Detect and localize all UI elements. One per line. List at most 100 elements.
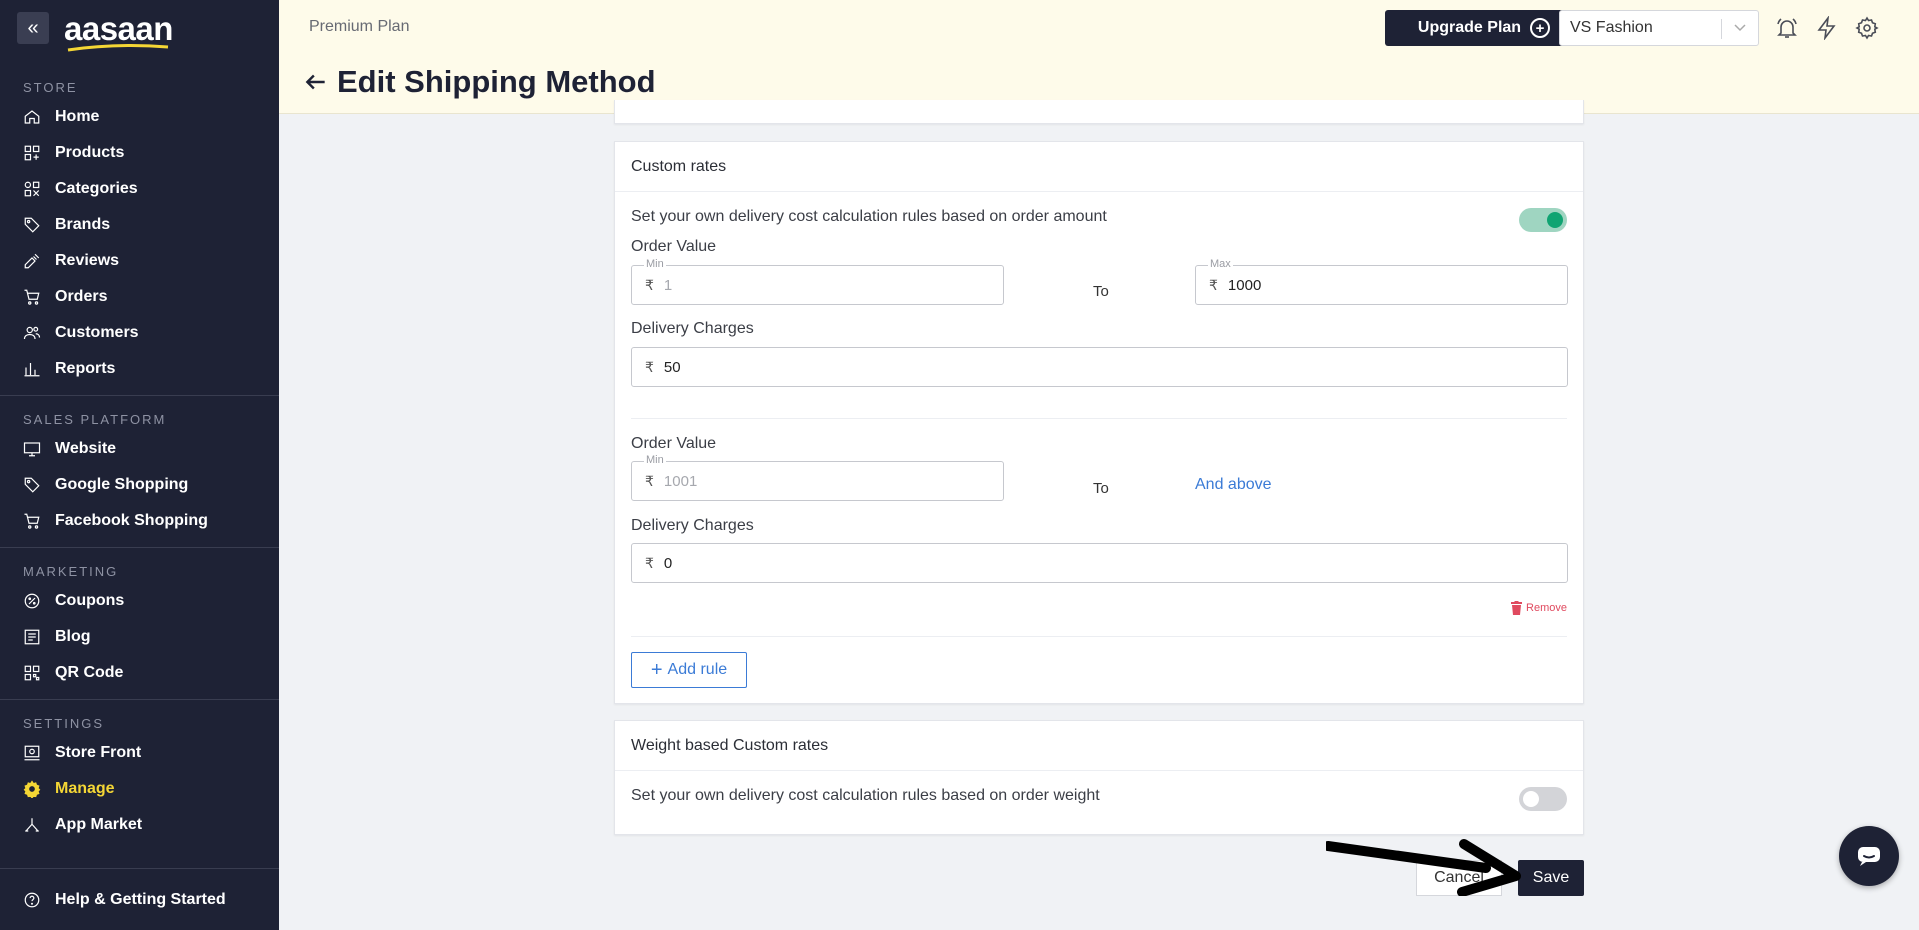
sidebar-section-marketing: MARKETING xyxy=(23,564,119,579)
plus-icon: + xyxy=(650,659,663,681)
store-select[interactable]: VS Fashion xyxy=(1559,10,1759,46)
sidebar-item-qr-code[interactable]: QR Code xyxy=(0,655,279,691)
rule-2-delivery-input[interactable]: ₹ 0 xyxy=(631,543,1568,583)
sidebar-divider xyxy=(0,699,279,700)
sidebar-item-customers[interactable]: Customers xyxy=(0,315,279,351)
weight-rates-description: Set your own delivery cost calculation r… xyxy=(631,787,1100,804)
rupee-symbol: ₹ xyxy=(645,276,654,293)
chevron-down-icon xyxy=(1734,24,1746,32)
sidebar-item-label: Customers xyxy=(55,324,139,341)
sidebar-item-categories[interactable]: Categories xyxy=(0,171,279,207)
tag-icon xyxy=(23,216,41,234)
collapse-sidebar-icon[interactable]: « xyxy=(17,12,49,44)
sidebar-item-label: Coupons xyxy=(55,592,125,609)
sidebar-item-blog[interactable]: Blog xyxy=(0,619,279,655)
sidebar-item-products[interactable]: Products xyxy=(0,135,279,171)
rupee-symbol: ₹ xyxy=(645,472,654,489)
sidebar-item-label: Store Front xyxy=(55,744,142,761)
qr-code-icon xyxy=(23,664,41,682)
app-market-icon xyxy=(23,816,41,834)
sidebar-item-label: Website xyxy=(55,440,117,457)
rupee-symbol: ₹ xyxy=(645,554,654,571)
lightning-icon[interactable] xyxy=(1815,15,1839,41)
custom-rates-card: Custom rates Set your own delivery cost … xyxy=(614,141,1584,704)
save-button[interactable]: Save xyxy=(1518,860,1584,896)
sidebar-section-settings: SETTINGS xyxy=(23,716,105,731)
delivery-charges-label: Delivery Charges xyxy=(631,320,754,337)
rule-1-max-input[interactable]: Max ₹ 1000 xyxy=(1195,258,1568,305)
weight-rates-title: Weight based Custom rates xyxy=(615,721,1583,771)
cart-icon xyxy=(23,288,41,306)
back-arrow-icon[interactable] xyxy=(303,69,329,95)
select-separator xyxy=(1721,19,1722,39)
add-rule-button[interactable]: + Add rule xyxy=(631,652,747,688)
rule-1-delivery-input[interactable]: ₹ 50 xyxy=(631,347,1568,387)
google-tag-icon xyxy=(23,476,41,494)
rule-2-min-value: 1001 xyxy=(663,472,698,490)
sidebar-item-label: QR Code xyxy=(55,664,124,681)
trash-icon xyxy=(1511,601,1523,615)
sidebar-item-facebook-shopping[interactable]: Facebook Shopping xyxy=(0,503,279,539)
order-value-label: Order Value xyxy=(631,238,717,255)
to-label: To xyxy=(1093,283,1109,300)
page-title: Edit Shipping Method xyxy=(337,64,656,99)
sidebar-item-app-market[interactable]: App Market xyxy=(0,807,279,843)
custom-rates-toggle[interactable] xyxy=(1519,208,1567,232)
rules-divider xyxy=(631,636,1567,637)
sidebar-item-coupons[interactable]: Coupons xyxy=(0,583,279,619)
sidebar-item-brands[interactable]: Brands xyxy=(0,207,279,243)
help-getting-started[interactable]: Help & Getting Started xyxy=(0,868,279,930)
upgrade-plan-button[interactable]: Upgrade Plan + xyxy=(1385,10,1583,46)
annotation-arrow-icon xyxy=(1326,839,1521,896)
sidebar-item-reports[interactable]: Reports xyxy=(0,351,279,387)
sidebar-item-store-front[interactable]: Store Front xyxy=(0,735,279,771)
sidebar-item-label: Facebook Shopping xyxy=(55,512,208,529)
rule-1-min-value: 1 xyxy=(663,276,673,294)
coupon-icon xyxy=(23,592,41,610)
weight-rates-toggle[interactable] xyxy=(1519,787,1567,811)
sidebar-item-label: Home xyxy=(55,108,100,125)
sidebar-divider xyxy=(0,395,279,396)
sidebar-divider xyxy=(0,547,279,548)
rule-1-max-value: 1000 xyxy=(1227,276,1262,294)
sidebar-item-label: Categories xyxy=(55,180,138,197)
rule-divider xyxy=(631,418,1567,419)
sidebar-section-store: STORE xyxy=(23,80,78,95)
sidebar-item-reviews[interactable]: Reviews xyxy=(0,243,279,279)
bell-icon[interactable] xyxy=(1775,16,1799,40)
blog-icon xyxy=(23,628,41,646)
toggle-knob xyxy=(1523,791,1539,807)
chat-button[interactable] xyxy=(1839,826,1899,886)
sidebar: « aasaan STORE Home Products Categories … xyxy=(0,0,279,930)
max-legend: Max xyxy=(1208,258,1233,270)
rule-1-min-input[interactable]: Min ₹ 1 xyxy=(631,258,1004,305)
gear-icon xyxy=(23,780,41,798)
chat-icon xyxy=(1858,847,1880,866)
logo-text: aasaan xyxy=(64,9,173,47)
reviews-icon xyxy=(23,252,41,270)
sidebar-item-manage[interactable]: Manage xyxy=(0,771,279,807)
sidebar-item-google-shopping[interactable]: Google Shopping xyxy=(0,467,279,503)
sidebar-top: « aasaan xyxy=(0,0,279,56)
sidebar-item-website[interactable]: Website xyxy=(0,431,279,467)
custom-rates-description: Set your own delivery cost calculation r… xyxy=(631,208,1107,225)
rule-2-min-input[interactable]: Min ₹ 1001 xyxy=(631,454,1004,501)
store-select-value: VS Fashion xyxy=(1570,19,1653,36)
sidebar-item-home[interactable]: Home xyxy=(0,99,279,135)
sidebar-item-orders[interactable]: Orders xyxy=(0,279,279,315)
home-icon xyxy=(23,108,41,126)
products-icon xyxy=(23,144,41,162)
categories-icon xyxy=(23,180,41,198)
remove-rule-button[interactable]: Remove xyxy=(1510,601,1567,615)
sidebar-item-label: Reviews xyxy=(55,252,120,269)
settings-gear-icon[interactable] xyxy=(1855,16,1879,40)
plan-label: Premium Plan xyxy=(309,18,410,35)
logo[interactable]: aasaan xyxy=(64,9,173,51)
title-row: Edit Shipping Method xyxy=(303,64,656,100)
plus-circle-icon: + xyxy=(1530,18,1551,38)
sidebar-item-label: Products xyxy=(55,144,125,161)
min-legend: Min xyxy=(644,258,666,270)
sidebar-item-label: Reports xyxy=(55,360,116,377)
rule-2-delivery-value: 0 xyxy=(663,554,673,572)
rupee-symbol: ₹ xyxy=(1209,276,1218,293)
